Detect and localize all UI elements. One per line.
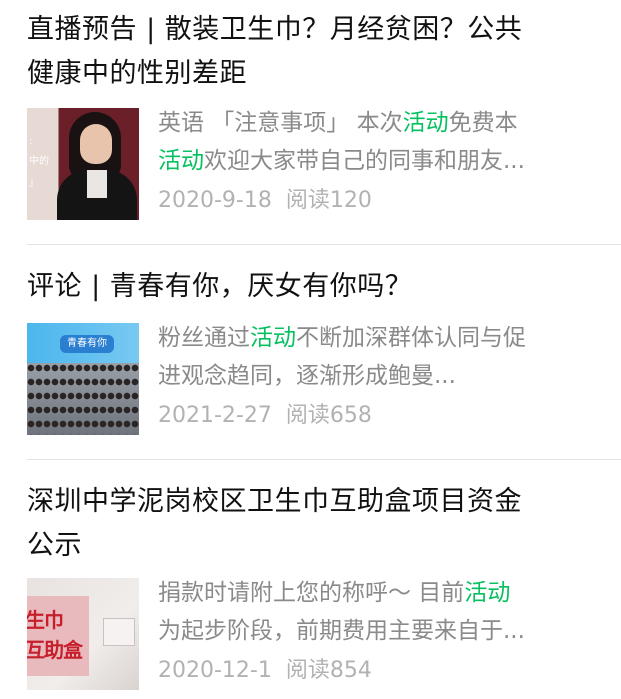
summary-line: 进观念趋同，逐渐形成鲍曼...	[158, 357, 598, 395]
article-item[interactable]: 深圳中学泥岗校区卫生巾互助盒项目资金 公示 生巾 互助盒 捐款时请附上您的称呼～…	[0, 460, 621, 699]
summary-line: 为起步阶段，前期费用主要来自于...	[158, 612, 598, 650]
summary-text: 免费本	[448, 110, 518, 136]
article-title-line: 健康中的性别差距	[27, 58, 247, 89]
thumbnail-text: 生巾	[27, 608, 64, 632]
article-meta: 2021-2-27 阅读658	[158, 401, 372, 431]
article-meta: 2020-12-1 阅读854	[158, 656, 372, 686]
summary-text: 不断加深群体认同与促	[296, 325, 526, 351]
portrait-face	[80, 124, 112, 164]
article-summary: 粉丝通过活动不断加深群体认同与促 进观念趋同，逐渐形成鲍曼...	[158, 319, 598, 395]
thumbnail-text: 』	[29, 178, 39, 189]
article-read-count: 阅读854	[285, 658, 372, 683]
summary-line: 粉丝通过活动不断加深群体认同与促	[158, 319, 598, 357]
article-item[interactable]: 评论 | 青春有你，厌女有你吗？ 青春有你 粉丝通过活动不断加深群体认同与促 进…	[0, 245, 621, 460]
article-thumbnail[interactable]: 生巾 互助盒	[27, 578, 139, 690]
summary-keyword: 活动	[402, 110, 449, 136]
thumbnail-text: 中的	[29, 156, 49, 167]
article-title-line: 评论 | 青春有你，厌女有你吗？	[27, 271, 413, 302]
article-date: 2020-9-18	[158, 188, 272, 213]
thumbnail-logo: 青春有你	[60, 335, 114, 353]
article-title-line: 直播预告 | 散装卫生巾？月经贫困？公共	[27, 14, 523, 45]
article-list: 直播预告 | 散装卫生巾？月经贫困？公共 健康中的性别差距 : 中的 』 英语 …	[0, 0, 621, 699]
article-read-count: 阅读658	[285, 403, 372, 428]
article-thumbnail[interactable]: : 中的 』	[27, 108, 139, 220]
thumbnail-note	[103, 618, 135, 646]
summary-line: 捐款时请附上您的称呼～ 目前活动	[158, 574, 598, 612]
summary-text: 捐款时请附上您的称呼～ 目前	[158, 580, 465, 606]
thumbnail-text: :	[29, 136, 33, 147]
article-meta: 2020-9-18 阅读120	[158, 186, 372, 216]
summary-text: 为起步阶段，前期费用主要来自于...	[158, 618, 525, 644]
article-title[interactable]: 评论 | 青春有你，厌女有你吗？	[27, 265, 597, 309]
article-title-line: 深圳中学泥岗校区卫生巾互助盒项目资金	[27, 486, 522, 517]
summary-keyword: 活动	[250, 325, 296, 351]
summary-text: 英语 「注意事项」 本次	[158, 110, 403, 136]
article-summary: 英语 「注意事项」 本次活动免费本 活动欢迎大家带自己的同事和朋友...	[158, 104, 598, 180]
summary-text: 粉丝通过	[158, 325, 250, 351]
article-read-count: 阅读120	[285, 188, 372, 213]
article-thumbnail[interactable]: 青春有你	[27, 323, 139, 435]
summary-text: 欢迎大家带自己的同事和朋友...	[204, 148, 525, 174]
article-summary: 捐款时请附上您的称呼～ 目前活动 为起步阶段，前期费用主要来自于...	[158, 574, 598, 650]
summary-text: 进观念趋同，逐渐形成鲍曼...	[158, 363, 456, 389]
article-title[interactable]: 直播预告 | 散装卫生巾？月经贫困？公共 健康中的性别差距	[27, 8, 597, 96]
article-date: 2020-12-1	[158, 658, 272, 683]
summary-line: 活动欢迎大家带自己的同事和朋友...	[158, 142, 598, 180]
summary-keyword: 活动	[158, 148, 204, 174]
article-item[interactable]: 直播预告 | 散装卫生巾？月经贫困？公共 健康中的性别差距 : 中的 』 英语 …	[0, 0, 621, 245]
portrait-shirt	[87, 170, 107, 198]
group-photo	[27, 363, 139, 435]
article-title-line: 公示	[27, 530, 82, 561]
summary-line: 英语 「注意事项」 本次活动免费本	[158, 104, 598, 142]
article-title[interactable]: 深圳中学泥岗校区卫生巾互助盒项目资金 公示	[27, 480, 597, 568]
thumbnail-text: 互助盒	[27, 638, 83, 662]
article-date: 2021-2-27	[158, 403, 272, 428]
summary-keyword: 活动	[464, 580, 511, 606]
